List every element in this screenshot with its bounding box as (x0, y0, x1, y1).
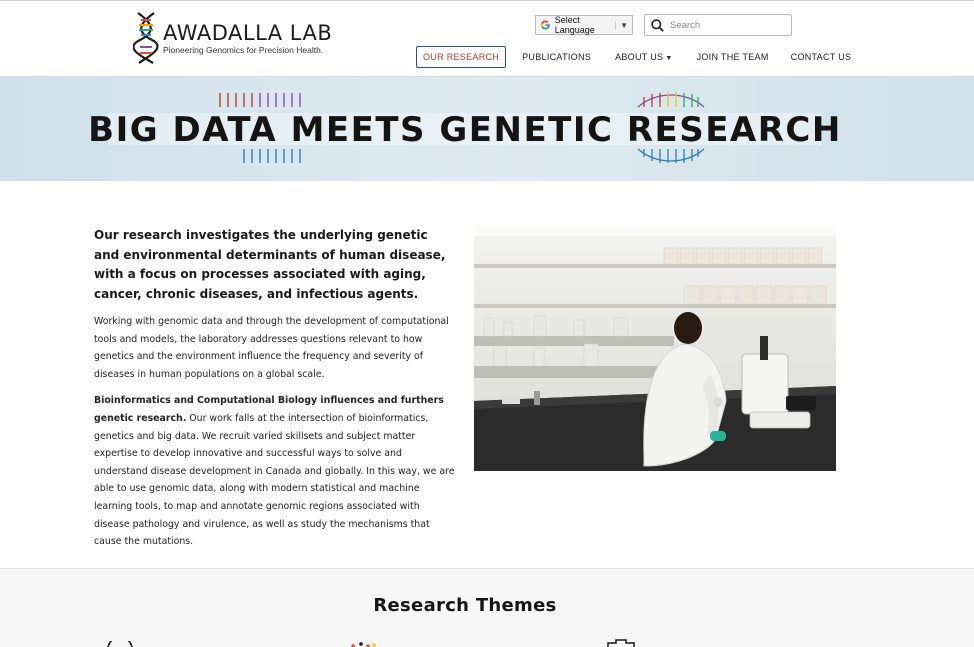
theme-icon-1 (107, 641, 133, 647)
research-intro: Our research investigates the underlying… (94, 226, 456, 551)
search-input[interactable] (670, 19, 780, 31)
search-icon[interactable] (651, 18, 664, 32)
logo-name: AWADALLA LAB (163, 20, 333, 45)
hero-banner: BIG DATA MEETS GENETIC RESEARCH (0, 77, 974, 181)
research-themes: Research Themes (0, 568, 974, 647)
nav-about-us[interactable]: ABOUT US ▼ (609, 47, 678, 67)
nav-contact-us[interactable]: CONTACT US (785, 47, 858, 67)
theme-icon-2 (351, 642, 376, 647)
logo-tagline: Pioneering Genomics for Precision Health… (163, 44, 324, 55)
hero-title: BIG DATA MEETS GENETIC RESEARCH (88, 110, 842, 150)
intro-paragraph-2-text: Our work falls at the intersection of bi… (94, 412, 455, 548)
site-logo[interactable]: AWADALLA LAB Pioneering Genomics for Pre… (133, 11, 332, 65)
logo-text: AWADALLA LAB Pioneering Genomics for Pre… (163, 22, 332, 55)
dna-logo-icon (133, 12, 159, 64)
nav-join-the-team[interactable]: JOIN THE TEAM (691, 47, 775, 67)
site-header: AWADALLA LAB Pioneering Genomics for Pre… (0, 0, 974, 77)
intro-paragraph-2: Bioinformatics and Computational Biology… (94, 392, 456, 550)
dropdown-arrow-icon: ▼ (615, 20, 628, 30)
chevron-down-icon: ▼ (665, 55, 673, 62)
nav-our-research[interactable]: OUR RESEARCH (416, 46, 507, 68)
lab-scientist-image (474, 226, 836, 471)
themes-title: Research Themes (373, 595, 557, 616)
lab-photo (474, 226, 836, 471)
language-select[interactable]: Select Language ▼ (535, 15, 633, 35)
google-icon (540, 20, 550, 30)
intro-paragraph-1: Working with genomic data and through th… (94, 316, 449, 380)
language-select-label: Select Language (554, 15, 595, 35)
intro-lead: Our research investigates the underlying… (94, 228, 446, 301)
main-nav: OUR RESEARCH PUBLICATIONS ABOUT US ▼ JOIN… (416, 46, 867, 68)
search-box (644, 14, 792, 36)
nav-publications[interactable]: PUBLICATIONS (516, 47, 597, 67)
nav-about-us-label: ABOUT US (615, 52, 664, 62)
theme-icon-3 (607, 639, 635, 647)
